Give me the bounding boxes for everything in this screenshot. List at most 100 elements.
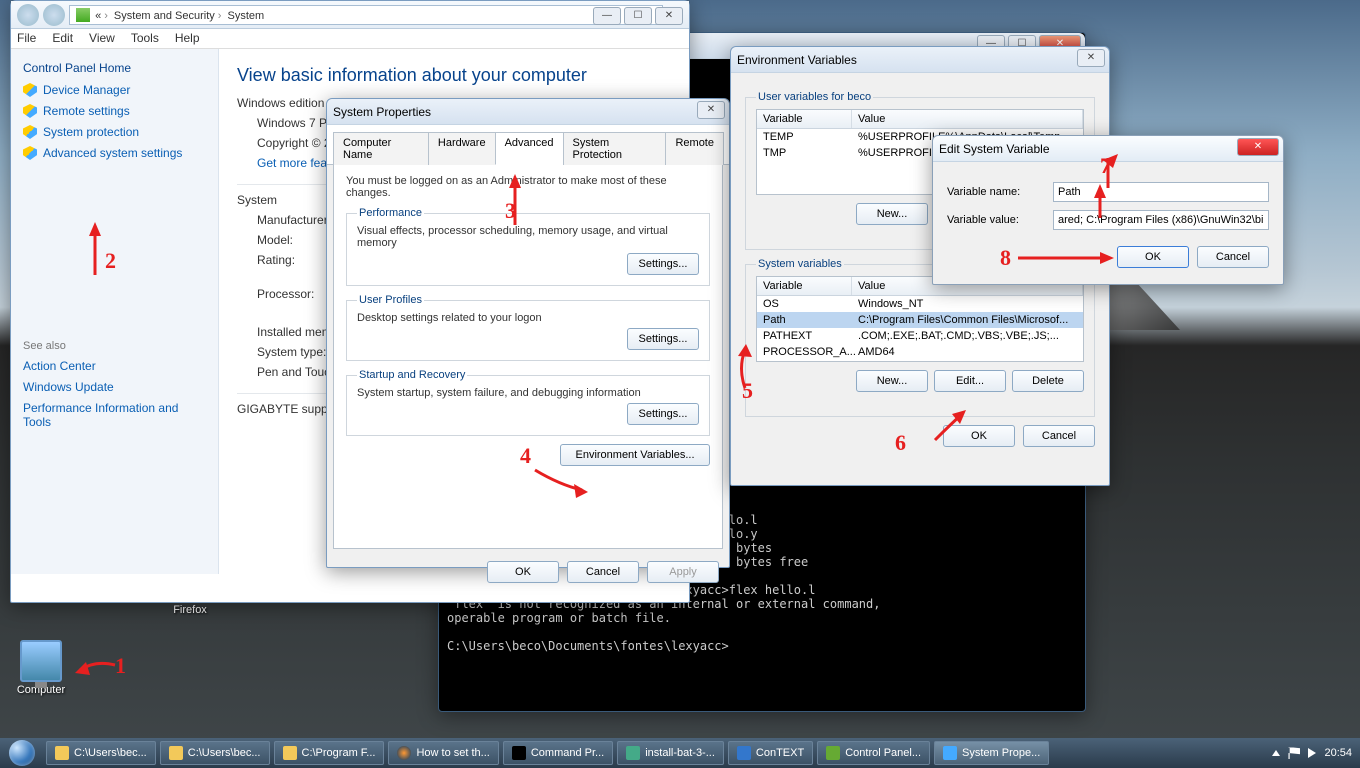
taskbar-item-active[interactable]: System Prope...: [934, 741, 1049, 765]
forward-button[interactable]: [43, 4, 65, 26]
menu-tools[interactable]: Tools: [131, 31, 159, 46]
ok-button[interactable]: OK: [1117, 246, 1189, 268]
control-panel-icon: [826, 746, 840, 760]
system-new-button[interactable]: New...: [856, 370, 928, 392]
breadcrumb-part[interactable]: System: [228, 10, 265, 22]
firefox-icon: [397, 746, 411, 760]
shield-icon: [23, 104, 37, 118]
taskbar-item[interactable]: How to set th...: [388, 741, 498, 765]
ok-button[interactable]: OK: [487, 561, 559, 583]
settings-startup-button[interactable]: Settings...: [627, 403, 699, 425]
minimize-button[interactable]: —: [593, 7, 621, 25]
control-panel-icon: [76, 8, 90, 22]
sidebar-windows-update[interactable]: Windows Update: [23, 380, 206, 394]
startup-recovery-group: Startup and Recovery System startup, sys…: [346, 369, 710, 436]
desc-startup: System startup, system failure, and debu…: [357, 387, 699, 399]
title-bar[interactable]: Environment Variables ✕: [731, 47, 1109, 73]
input-variable-name[interactable]: [1053, 182, 1269, 202]
apply-button[interactable]: Apply: [647, 561, 719, 583]
computer-desktop-icon[interactable]: Computer: [6, 640, 76, 696]
input-variable-value[interactable]: [1053, 210, 1269, 230]
system-edit-button[interactable]: Edit...: [934, 370, 1006, 392]
tab-system-protection[interactable]: System Protection: [563, 132, 667, 165]
close-button[interactable]: ✕: [1237, 138, 1279, 156]
taskbar-item[interactable]: C:\Users\bec...: [160, 741, 270, 765]
table-row[interactable]: PROCESSOR_A...AMD64: [757, 344, 1083, 360]
breadcrumb-part[interactable]: System and Security: [114, 10, 215, 22]
sidebar-system-protection[interactable]: System protection: [23, 125, 206, 139]
user-profiles-group: User Profiles Desktop settings related t…: [346, 294, 710, 361]
ok-button[interactable]: OK: [943, 425, 1015, 447]
table-row[interactable]: OSWindows_NT: [757, 296, 1083, 312]
taskbar-item[interactable]: Control Panel...: [817, 741, 930, 765]
system-icon: [943, 746, 957, 760]
taskbar-item[interactable]: C:\Users\bec...: [46, 741, 156, 765]
menu-edit[interactable]: Edit: [52, 31, 73, 46]
label-variable-name: Variable name:: [947, 186, 1043, 198]
system-delete-button[interactable]: Delete: [1012, 370, 1084, 392]
sidebar-remote-settings[interactable]: Remote settings: [23, 104, 206, 118]
address-bar-row: «› System and Security› System ⟳: [11, 1, 689, 29]
breadcrumb[interactable]: «› System and Security› System: [69, 5, 663, 25]
shield-icon: [23, 83, 37, 97]
menu-view[interactable]: View: [89, 31, 115, 46]
table-row-selected[interactable]: PathC:\Program Files\Common Files\Micros…: [757, 312, 1083, 328]
volume-icon[interactable]: [1308, 748, 1316, 758]
maximize-button[interactable]: ☐: [624, 7, 652, 25]
sidebar-device-manager[interactable]: Device Manager: [23, 83, 206, 97]
sidebar-advanced-system-settings[interactable]: Advanced system settings: [23, 146, 206, 160]
menu-bar: File Edit View Tools Help: [11, 29, 689, 49]
sidebar-perf-info[interactable]: Performance Information and Tools: [23, 401, 206, 429]
col-variable[interactable]: Variable: [757, 277, 852, 295]
folder-icon: [55, 746, 69, 760]
desc-performance: Visual effects, processor scheduling, me…: [357, 225, 699, 249]
environment-variables-button[interactable]: Environment Variables...: [560, 444, 710, 466]
system-properties-dialog[interactable]: System Properties ✕ Computer Name Hardwa…: [326, 98, 730, 568]
user-new-button[interactable]: New...: [856, 203, 928, 225]
close-button[interactable]: ✕: [697, 101, 725, 119]
taskbar-item[interactable]: C:\Program F...: [274, 741, 385, 765]
control-panel-home-link[interactable]: Control Panel Home: [23, 61, 206, 75]
breadcrumb-part[interactable]: «: [95, 10, 101, 22]
taskbar-item[interactable]: install-bat-3-...: [617, 741, 724, 765]
back-button[interactable]: [17, 4, 39, 26]
window-title: Edit System Variable: [939, 142, 1050, 156]
tab-computer-name[interactable]: Computer Name: [333, 132, 429, 165]
tab-strip: Computer Name Hardware Advanced System P…: [327, 125, 729, 165]
col-value[interactable]: Value: [852, 110, 1083, 128]
title-bar[interactable]: Edit System Variable ✕: [933, 136, 1283, 162]
taskbar-item[interactable]: ConTEXT: [728, 741, 813, 765]
taskbar-item[interactable]: Command Pr...: [503, 741, 613, 765]
show-hidden-icons[interactable]: [1272, 750, 1280, 756]
shield-icon: [23, 125, 37, 139]
settings-user-profiles-button[interactable]: Settings...: [627, 328, 699, 350]
legend-system-vars: System variables: [756, 258, 844, 270]
cancel-button[interactable]: Cancel: [567, 561, 639, 583]
table-row[interactable]: PATHEXT.COM;.EXE;.BAT;.CMD;.VBS;.VBE;.JS…: [757, 328, 1083, 344]
start-button[interactable]: [0, 738, 44, 768]
folder-icon: [283, 746, 297, 760]
desc-user-profiles: Desktop settings related to your logon: [357, 312, 699, 324]
cancel-button[interactable]: Cancel: [1197, 246, 1269, 268]
title-bar[interactable]: System Properties ✕: [327, 99, 729, 125]
sidebar-action-center[interactable]: Action Center: [23, 359, 206, 373]
tab-hardware[interactable]: Hardware: [428, 132, 496, 165]
edit-system-variable-dialog[interactable]: Edit System Variable ✕ Variable name: Va…: [932, 135, 1284, 285]
label-variable-value: Variable value:: [947, 214, 1043, 226]
monitor-icon: [20, 640, 62, 682]
tab-advanced[interactable]: Advanced: [495, 132, 564, 165]
col-variable[interactable]: Variable: [757, 110, 852, 128]
cancel-button[interactable]: Cancel: [1023, 425, 1095, 447]
taskbar[interactable]: C:\Users\bec... C:\Users\bec... C:\Progr…: [0, 738, 1360, 768]
see-also-heading: See also: [23, 340, 206, 352]
menu-help[interactable]: Help: [175, 31, 200, 46]
tab-remote[interactable]: Remote: [665, 132, 724, 165]
menu-file[interactable]: File: [17, 31, 36, 46]
system-tray[interactable]: 20:54: [1264, 747, 1360, 759]
close-button[interactable]: ✕: [655, 7, 683, 25]
settings-performance-button[interactable]: Settings...: [627, 253, 699, 275]
action-center-icon[interactable]: [1288, 747, 1300, 759]
clock[interactable]: 20:54: [1324, 747, 1352, 759]
system-variables-table[interactable]: VariableValue OSWindows_NT PathC:\Progra…: [756, 276, 1084, 362]
close-button[interactable]: ✕: [1077, 49, 1105, 67]
